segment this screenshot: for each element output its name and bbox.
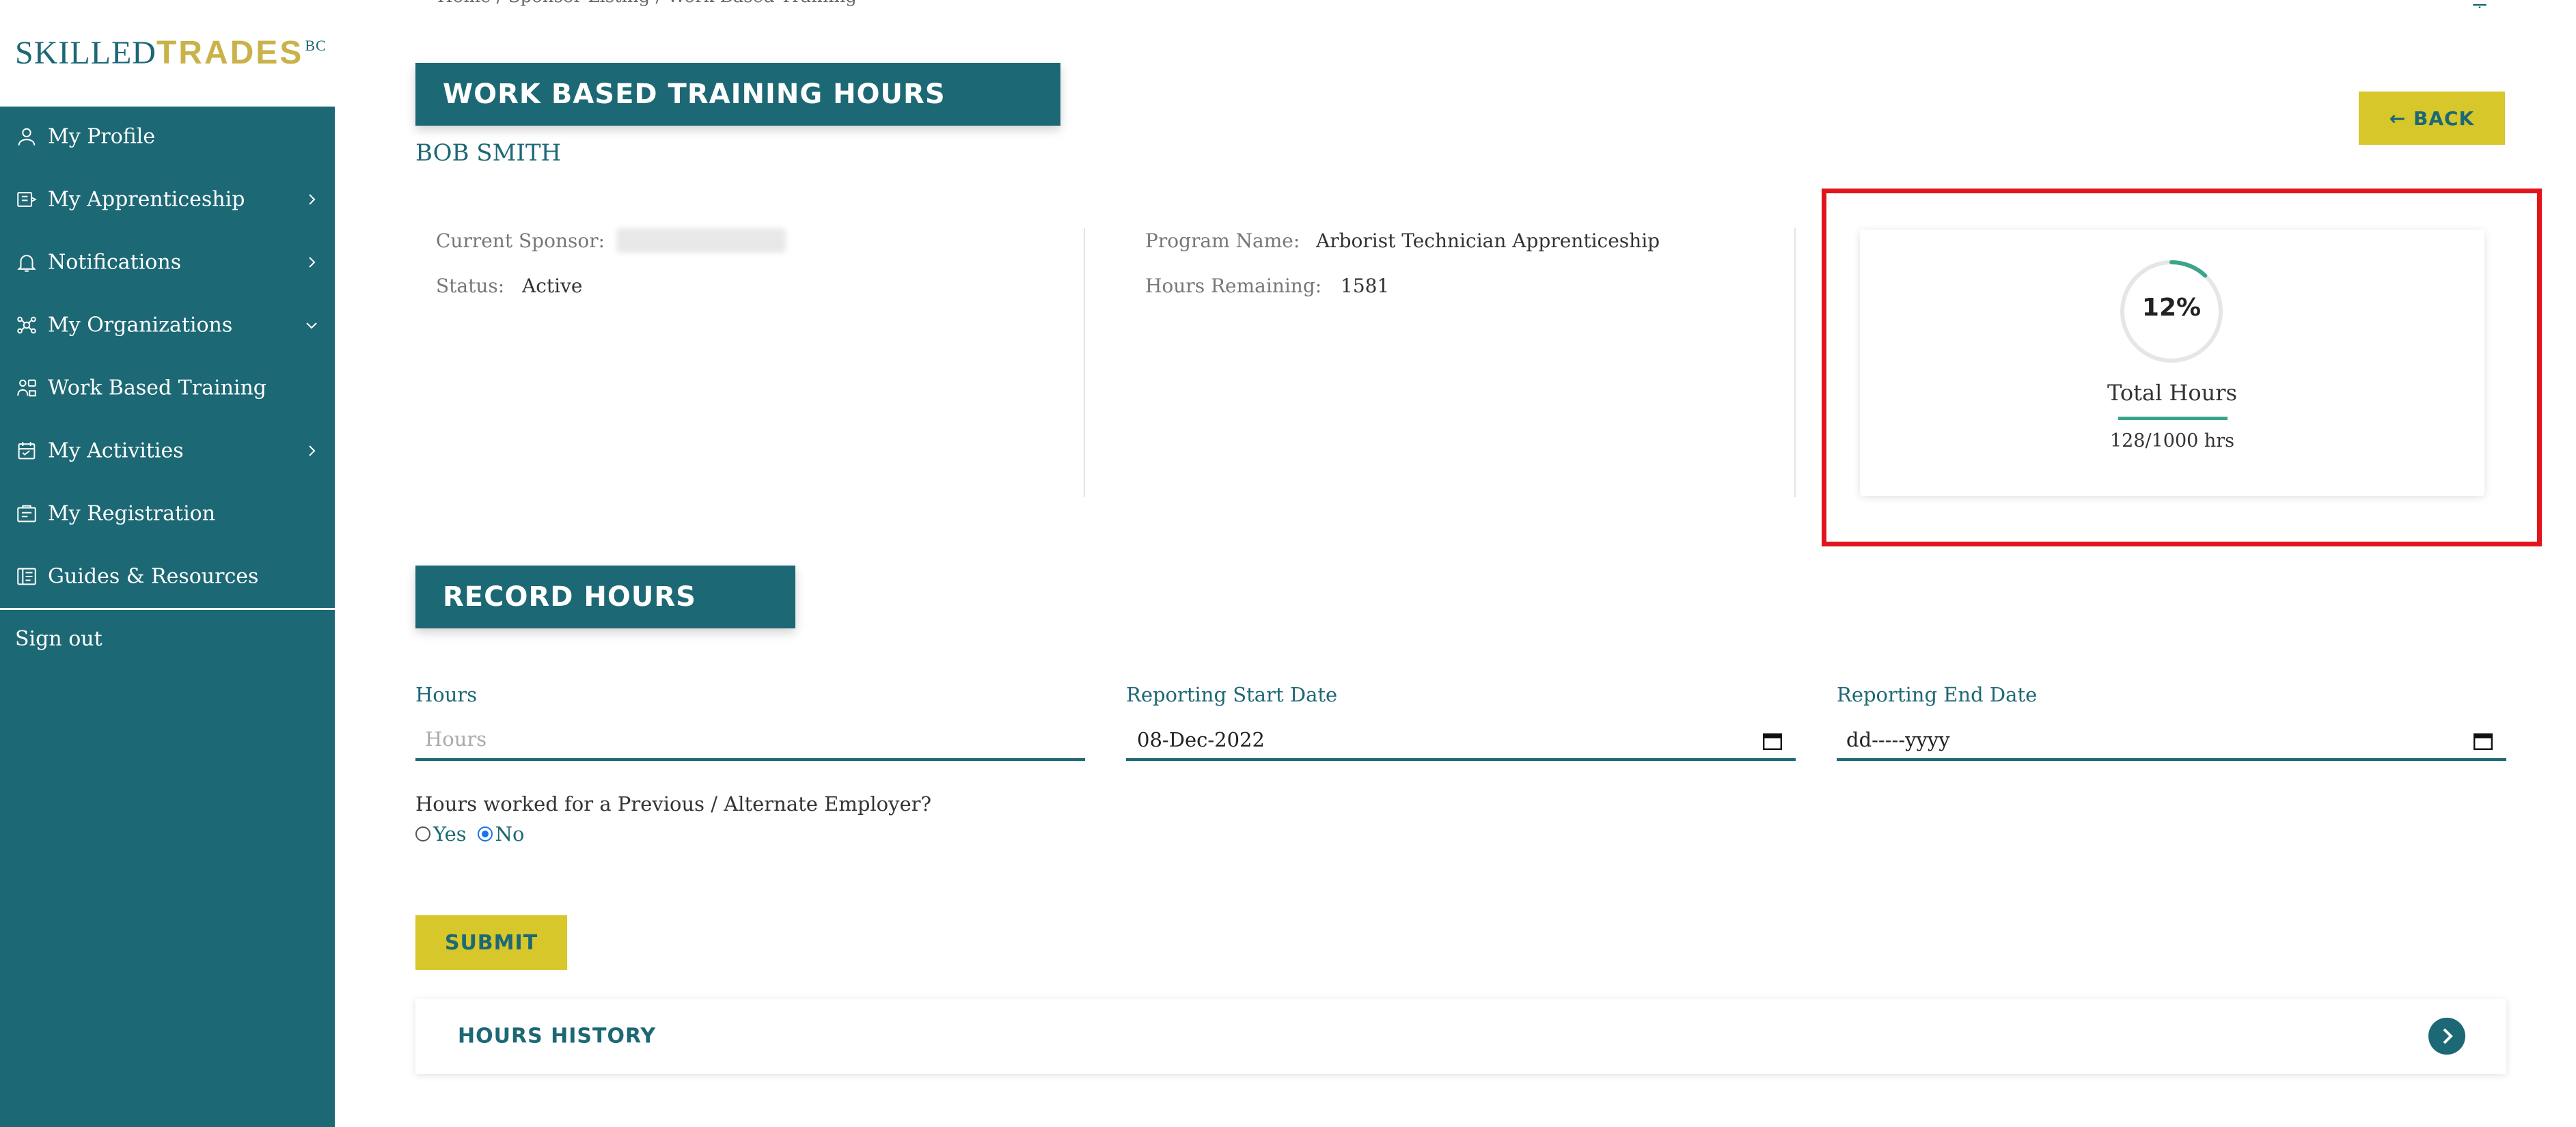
chevron-right-circle-icon[interactable] [2428, 1018, 2465, 1055]
logo-part-bc: BC [305, 37, 327, 54]
highlight-box [1822, 189, 2542, 546]
hours-field [415, 720, 1085, 761]
breadcrumb[interactable]: Home / Sponsor Listing / Work Based Trai… [437, 0, 857, 7]
sidebar-item-label: Guides & Resources [48, 564, 259, 589]
sidebar-item-label: Work Based Training [48, 376, 267, 400]
sidebar-item-my-profile[interactable]: My Profile [0, 109, 335, 164]
apprentice-name: BOB SMITH [415, 139, 562, 167]
program-name-label: Program Name: [1145, 229, 1300, 252]
user-icon [18, 128, 36, 145]
registration-icon [17, 505, 36, 523]
training-icon [17, 379, 36, 397]
calendar-icon[interactable] [2474, 732, 2493, 750]
chevron-down-icon [306, 322, 317, 329]
logo[interactable]: SKILLEDTRADESBC [15, 34, 327, 72]
radio-no-label[interactable]: No [495, 822, 525, 846]
logo-area: SKILLEDTRADESBC [0, 0, 335, 107]
alternate-employer-question: Hours worked for a Previous / Alternate … [415, 792, 932, 816]
logo-part-skilled: SKILLED [15, 35, 156, 71]
notification-bell-icon[interactable] [2469, 0, 2490, 8]
sidebar-item-work-based-training[interactable]: Work Based Training [0, 361, 335, 415]
column-divider [1084, 228, 1085, 497]
start-date-label: Reporting Start Date [1126, 683, 1338, 706]
radio-yes-label[interactable]: Yes [433, 822, 467, 846]
activities-icon [18, 442, 36, 460]
chevron-right-icon [309, 257, 316, 268]
chevron-right-icon [309, 445, 316, 456]
end-date-value: dd-----yyyy [1846, 728, 1950, 751]
sidebar-item-label: My Apprenticeship [48, 187, 245, 212]
guides-icon [17, 568, 36, 585]
end-date-field[interactable]: dd-----yyyy [1837, 720, 2506, 761]
status-value: Active [522, 275, 583, 297]
current-sponsor-value-redacted [616, 228, 786, 253]
hours-remaining-label: Hours Remaining: [1145, 275, 1322, 297]
organizations-icon [17, 316, 36, 334]
sidebar-item-my-registration[interactable]: My Registration [0, 486, 335, 541]
status-label: Status: [436, 275, 505, 297]
alternate-employer-radio-group: Yes No [415, 822, 525, 846]
sidebar-item-guides-resources[interactable]: Guides & Resources [0, 549, 335, 604]
sidebar: SKILLEDTRADESBC My Profile My Apprentice… [0, 0, 335, 1127]
apprenticeship-icon [17, 192, 37, 207]
radio-yes[interactable] [415, 826, 430, 841]
start-date-field[interactable]: 08-Dec-2022 [1126, 720, 1796, 761]
chevron-right-icon [309, 194, 316, 205]
sidebar-item-my-organizations[interactable]: My Organizations [0, 298, 335, 352]
back-button[interactable]: ← BACK [2359, 92, 2505, 145]
hours-input[interactable] [415, 720, 1085, 758]
sidebar-item-label: My Profile [48, 124, 156, 149]
current-sponsor-label: Current Sponsor: [436, 229, 605, 252]
sidebar-item-my-activities[interactable]: My Activities [0, 423, 335, 478]
sidebar-item-label: My Activities [48, 439, 184, 463]
sidebar-item-notifications[interactable]: Notifications [0, 235, 335, 290]
logo-part-trades: TRADES [156, 35, 304, 71]
start-date-value: 08-Dec-2022 [1137, 728, 1265, 751]
page-title: WORK BASED TRAINING HOURS [415, 63, 1060, 126]
radio-no[interactable] [477, 826, 493, 841]
sidebar-item-label: My Registration [48, 501, 216, 526]
hours-history-accordion[interactable]: HOURS HISTORY [415, 999, 2506, 1074]
sidebar-item-my-apprenticeship[interactable]: My Apprenticeship [0, 172, 335, 227]
sign-out-link[interactable]: Sign out [15, 627, 102, 651]
column-divider [1794, 228, 1796, 497]
calendar-icon[interactable] [1763, 732, 1782, 750]
hours-history-label: HOURS HISTORY [458, 1024, 657, 1048]
hours-field-label: Hours [415, 683, 478, 706]
program-name-value: Arborist Technician Apprenticeship [1316, 229, 1660, 252]
submit-button[interactable]: SUBMIT [415, 915, 567, 970]
sidebar-divider [0, 608, 335, 610]
sidebar-item-label: My Organizations [48, 313, 233, 337]
record-hours-title: RECORD HOURS [415, 566, 795, 628]
hours-remaining-value: 1581 [1341, 275, 1390, 297]
bell-icon [17, 255, 36, 272]
sidebar-item-label: Notifications [48, 250, 182, 275]
end-date-label: Reporting End Date [1837, 683, 2038, 706]
